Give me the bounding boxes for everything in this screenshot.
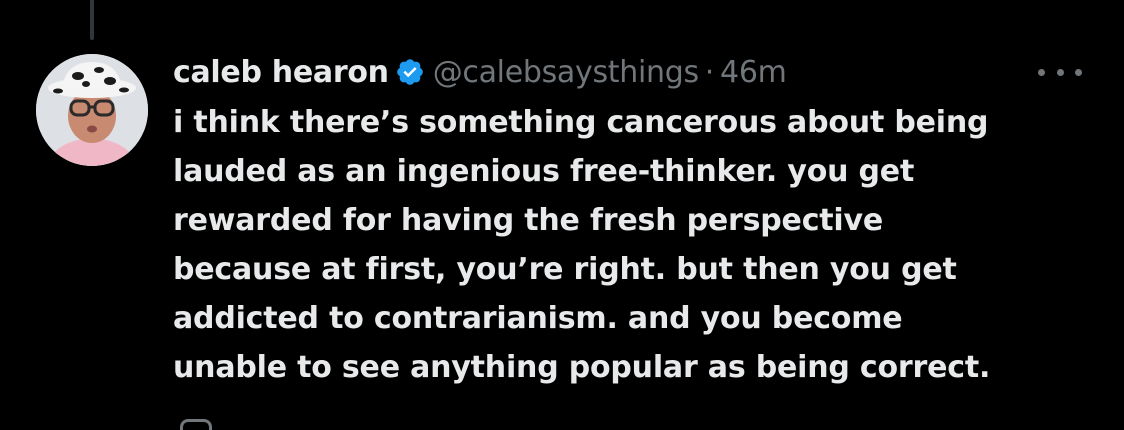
user-handle[interactable]: @calebsaysthings (433, 55, 699, 90)
tweet[interactable]: caleb hearon @calebsaysthings · 46m i th… (173, 52, 1103, 392)
tweet-text-line: unable to see anything popular as being … (173, 350, 991, 385)
more-options-icon[interactable] (1038, 60, 1082, 84)
tweet-text-line: because at first, you’re right. but then… (173, 252, 957, 287)
tweet-text-line: rewarded for having the fresh perspectiv… (173, 203, 883, 238)
more-dot (1038, 68, 1045, 76)
thread-connector-line (90, 0, 94, 40)
tweet-text-line: i think there’s something cancerous abou… (173, 105, 989, 140)
timestamp[interactable]: 46m (720, 55, 787, 90)
display-name[interactable]: caleb hearon (173, 55, 389, 90)
verified-badge-icon[interactable] (395, 57, 425, 87)
tweet-text-line: addicted to contrarianism. and you becom… (173, 301, 903, 336)
header-separator: · (704, 54, 715, 90)
tweet-text: i think there’s something cancerous abou… (173, 98, 1103, 392)
reply-icon[interactable] (180, 419, 212, 430)
more-dot (1056, 68, 1064, 76)
tweet-text-line: lauded as an ingenious free-thinker. you… (173, 154, 915, 189)
more-dot (1075, 68, 1082, 76)
tweet-header: caleb hearon @calebsaysthings · 46m (173, 52, 1103, 92)
avatar-image (36, 54, 148, 166)
avatar[interactable] (36, 54, 148, 166)
